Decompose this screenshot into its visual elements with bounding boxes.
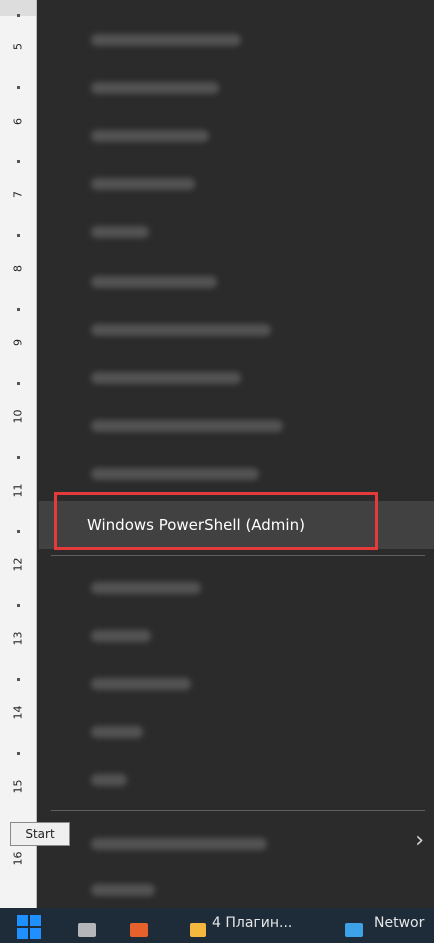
taskbar-item-label[interactable]: Networ [374,915,424,931]
menu-item-blurred[interactable] [53,68,425,108]
vertical-ruler: 5 6 7 8 9 10 11 12 13 14 15 16 [0,0,37,943]
ruler-number: 7 [11,191,25,198]
blurred-label [91,324,271,336]
ruler-tick [17,678,20,681]
blurred-label [91,420,283,432]
menu-item-blurred[interactable] [53,454,425,494]
menu-item-blurred[interactable] [53,212,425,252]
menu-item-desktop[interactable] [53,870,425,910]
menu-item-blurred[interactable] [53,20,425,60]
folder-icon[interactable] [190,923,206,937]
blurred-label [91,276,217,288]
blurred-label [91,582,201,594]
network-icon[interactable] [345,923,363,937]
ruler-tick [17,604,20,607]
menu-item-powershell-admin[interactable]: Windows PowerShell (Admin) [39,501,434,549]
blurred-label [91,226,149,238]
ruler-number: 16 [11,851,25,866]
chevron-right-icon: › [415,828,424,853]
ruler-number: 8 [11,265,25,272]
menu-item-blurred[interactable] [53,664,425,704]
ruler-tick [17,752,20,755]
blurred-label [91,774,127,786]
ruler-tick [17,382,20,385]
blurred-label [91,726,143,738]
winx-menu: Windows PowerShell (Admin) › [37,0,434,908]
menu-item-blurred[interactable] [53,164,425,204]
blurred-label [91,372,241,384]
taskbar-item-label[interactable]: 4 Плагин... [212,915,292,931]
blurred-label [91,130,209,142]
menu-item-blurred[interactable] [53,310,425,350]
start-tooltip: Start [10,822,70,846]
ruler-tick [17,160,20,163]
blurred-label [91,178,195,190]
task-view-icon[interactable] [78,923,96,937]
ruler-number: 10 [11,409,25,424]
windows-logo-icon [30,928,41,939]
blurred-label [91,838,267,850]
menu-item-blurred[interactable] [53,712,425,752]
menu-item-blurred[interactable] [53,406,425,446]
blurred-label [91,82,219,94]
ruler-tick [17,14,20,17]
ruler-number: 11 [11,483,25,498]
ruler-tick [17,456,20,459]
blurred-label [91,884,155,896]
windows-logo-icon [17,928,28,939]
ruler-tick [17,234,20,237]
menu-item-label: Windows PowerShell (Admin) [87,516,305,534]
windows-logo-icon [17,915,28,926]
browser-icon[interactable] [130,923,148,937]
ruler-number: 6 [11,118,25,125]
blurred-label [91,34,241,46]
menu-item-blurred[interactable] [53,358,425,398]
windows-logo-icon [30,915,41,926]
ruler-number: 5 [11,43,25,50]
menu-divider [51,555,425,556]
start-button[interactable] [17,915,43,941]
ruler-number: 12 [11,557,25,572]
menu-divider [51,810,425,811]
menu-item-blurred[interactable] [53,116,425,156]
menu-item-blurred[interactable] [53,262,425,302]
blurred-label [91,678,191,690]
ruler-number: 9 [11,339,25,346]
menu-item-shutdown[interactable] [53,824,425,864]
blurred-label [91,630,151,642]
ruler-tick [17,308,20,311]
ruler-tick [17,86,20,89]
ruler-number: 13 [11,631,25,646]
ruler-number: 14 [11,705,25,720]
menu-item-blurred[interactable] [53,760,425,800]
ruler-tick [17,530,20,533]
blurred-label [91,468,259,480]
ruler-number: 15 [11,779,25,794]
menu-item-blurred[interactable] [53,568,425,608]
menu-item-blurred[interactable] [53,616,425,656]
